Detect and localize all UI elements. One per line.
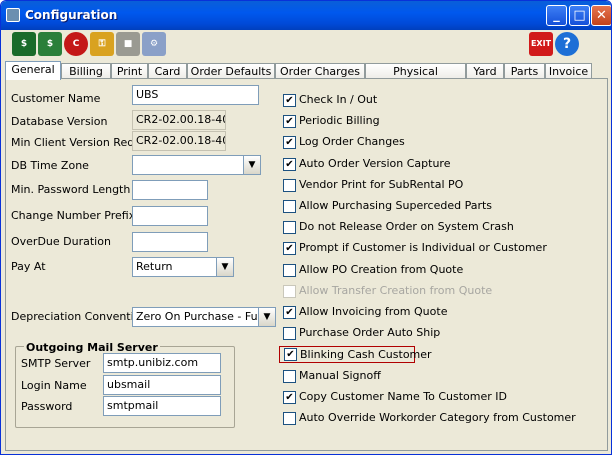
title-bar[interactable]: Configuration _ □ ✕ xyxy=(1,1,611,30)
db-time-zone-select[interactable]: ▼ xyxy=(132,155,261,175)
login-name-label: Login Name xyxy=(21,379,87,392)
option-label: Allow Invoicing from Quote xyxy=(299,305,448,318)
window-title: Configuration xyxy=(25,8,118,22)
option-checkbox[interactable]: ✔ Blinking Cash Customer xyxy=(279,346,432,364)
option-label: Do not Release Order on System Crash xyxy=(299,220,514,234)
minimize-button[interactable]: _ xyxy=(546,5,567,26)
checkmark-icon[interactable]: ✔ xyxy=(283,390,296,404)
configuration-window: Configuration _ □ ✕ $ $ C ⚿ ■ ⚙ EXIT ? G… xyxy=(0,0,612,455)
maximize-button[interactable]: □ xyxy=(569,5,590,26)
password-input[interactable]: smtpmail xyxy=(103,396,221,416)
depreciation-select[interactable]: Zero On Purchase - Full ... ▼ xyxy=(132,307,276,327)
db-time-zone-label: DB Time Zone xyxy=(11,159,89,172)
smtp-server-input[interactable]: smtp.unibiz.com xyxy=(103,353,221,373)
key-person-icon[interactable]: ⚿ xyxy=(90,32,114,56)
checkmark-icon[interactable]: ✔ xyxy=(283,115,296,129)
checkbox-empty-icon[interactable] xyxy=(283,178,296,192)
help-icon[interactable]: ? xyxy=(555,32,579,56)
chevron-down-icon[interactable]: ▼ xyxy=(216,258,233,276)
checkbox-empty-icon[interactable] xyxy=(283,412,296,425)
option-label: Blinking Cash Customer xyxy=(300,348,432,362)
option-label: Purchase Order Auto Ship xyxy=(299,326,441,340)
close-button[interactable]: ✕ xyxy=(591,5,611,26)
checkmark-icon[interactable]: ✔ xyxy=(283,94,296,107)
exit-icon[interactable]: EXIT xyxy=(529,32,553,56)
app-icon xyxy=(6,8,20,22)
option-label: Periodic Billing xyxy=(299,114,380,128)
option-label: Log Order Changes xyxy=(299,135,405,149)
checkbox-empty-icon[interactable] xyxy=(283,284,296,298)
option-label: Check In / Out xyxy=(299,93,378,106)
overdue-duration-label: OverDue Duration xyxy=(11,235,111,248)
database-version-value: CR2-02.00.18-40 xyxy=(132,110,226,130)
option-label: Allow PO Creation from Quote xyxy=(299,262,464,276)
min-client-version-value: CR2-02.00.18-40 xyxy=(132,131,226,151)
customer-name-input[interactable]: UBS xyxy=(132,85,259,105)
chevron-down-icon[interactable]: ▼ xyxy=(258,308,275,326)
checkbox-empty-icon[interactable] xyxy=(283,221,296,235)
c-icon[interactable]: C xyxy=(64,32,88,56)
option-label: Allow Purchasing Superceded Parts xyxy=(299,199,493,212)
login-name-input[interactable]: ubsmail xyxy=(103,375,221,395)
gear-icon[interactable]: ⚙ xyxy=(142,32,166,56)
min-client-version-label: Min Client Version Req xyxy=(11,136,135,149)
database-version-label: Database Version xyxy=(11,115,108,128)
option-label: Auto Override Workorder Category from Cu… xyxy=(299,411,576,424)
checkmark-icon[interactable]: ✔ xyxy=(283,242,296,256)
option-label: Prompt if Customer is Individual or Cust… xyxy=(299,241,547,255)
option-label: Copy Customer Name To Customer ID xyxy=(299,389,507,403)
disk-icon[interactable]: ■ xyxy=(116,32,140,56)
checkmark-icon[interactable]: ✔ xyxy=(283,157,296,171)
option-label: Allow Transfer Creation from Quote xyxy=(299,283,493,297)
overdue-duration-input[interactable] xyxy=(132,232,208,252)
option-label: Vendor Print for SubRental PO xyxy=(299,177,464,191)
password-label: Password xyxy=(21,400,73,413)
depreciation-value: Zero On Purchase - Full ... xyxy=(136,310,276,323)
checkbox-empty-icon[interactable] xyxy=(283,369,296,383)
smtp-server-label: SMTP Server xyxy=(21,357,91,370)
tab-strip: General Billing Print Card Order Default… xyxy=(5,61,608,93)
option-label: Auto Order Version Capture xyxy=(299,156,451,170)
checkmark-icon[interactable]: ✔ xyxy=(283,136,296,150)
checkbox-empty-icon[interactable] xyxy=(283,200,296,213)
min-password-length-input[interactable] xyxy=(132,180,208,200)
customer-name-label: Customer Name xyxy=(11,92,101,105)
checkbox-empty-icon[interactable] xyxy=(283,327,296,341)
money-icon[interactable]: $ xyxy=(38,32,62,56)
min-password-length-label: Min. Password Length xyxy=(11,183,131,196)
checkbox-empty-icon[interactable] xyxy=(283,263,296,277)
pay-at-select[interactable]: Return ▼ xyxy=(132,257,234,277)
pay-at-label: Pay At xyxy=(11,260,46,273)
change-number-prefix-label: Change Number Prefix xyxy=(11,209,136,222)
pay-at-value: Return xyxy=(136,260,173,273)
chevron-down-icon[interactable]: ▼ xyxy=(243,156,260,174)
checkmark-icon[interactable]: ✔ xyxy=(283,306,296,319)
option-label: Manual Signoff xyxy=(299,368,381,382)
tab-general[interactable]: General xyxy=(5,61,61,80)
pay-money-icon[interactable]: $ xyxy=(12,32,36,56)
toolbar: $ $ C ⚿ ■ ⚙ EXIT ? xyxy=(5,31,607,61)
change-number-prefix-input[interactable] xyxy=(132,206,208,226)
depreciation-label: Depreciation Convention xyxy=(11,310,148,323)
general-panel: Customer Name UBS Database Version CR2-0… xyxy=(5,78,608,451)
checkmark-icon[interactable]: ✔ xyxy=(284,348,297,362)
